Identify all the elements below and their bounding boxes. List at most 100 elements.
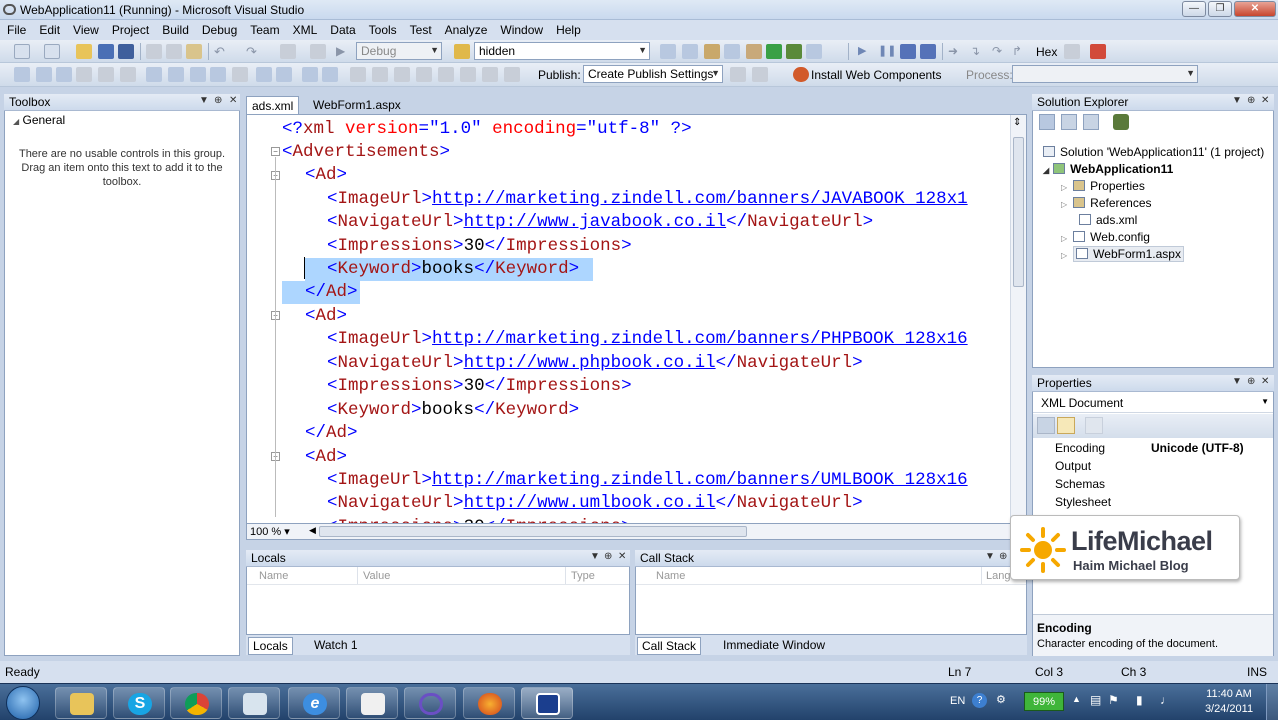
menu-team[interactable]: Team xyxy=(243,20,285,37)
break-all-icon[interactable]: ❚❚ xyxy=(878,44,896,59)
prev-bookmark-icon[interactable] xyxy=(372,67,388,82)
bookmark-icon[interactable] xyxy=(350,67,366,82)
paste-special-icon[interactable] xyxy=(168,67,184,82)
cut-icon[interactable] xyxy=(146,44,162,59)
dropdown-icon[interactable]: ▼ xyxy=(199,95,209,106)
menu-analyze[interactable]: Analyze xyxy=(438,20,494,37)
tab-immediate-window[interactable]: Immediate Window xyxy=(719,638,829,652)
select-icon[interactable] xyxy=(146,67,162,82)
editor-vertical-scrollbar[interactable]: ⇕ xyxy=(1010,115,1026,523)
cursor-icon[interactable] xyxy=(190,67,206,82)
menu-debug[interactable]: Debug xyxy=(195,20,243,37)
tab-locals[interactable]: Locals xyxy=(248,637,293,655)
column-name[interactable]: Name xyxy=(656,570,685,582)
minimize-button[interactable]: — xyxy=(1182,1,1206,17)
menu-test[interactable]: Test xyxy=(403,20,438,37)
install-web-components-button[interactable]: Install Web Components xyxy=(811,68,942,82)
align-icon[interactable] xyxy=(210,67,226,82)
close-button[interactable]: ✕ xyxy=(1234,1,1276,17)
comment-icon[interactable] xyxy=(302,67,318,82)
property-row-schemas[interactable]: Schemas xyxy=(1033,475,1273,493)
power-icon[interactable]: ▮ xyxy=(1136,693,1143,707)
format-icon[interactable] xyxy=(14,67,30,82)
taskbar-ie[interactable]: e xyxy=(288,687,340,719)
start-page-icon[interactable] xyxy=(766,44,782,59)
properties-icon[interactable] xyxy=(1039,114,1055,130)
paste-icon[interactable] xyxy=(186,44,202,59)
taskbar-firefox[interactable] xyxy=(463,687,515,719)
find-icon[interactable] xyxy=(660,44,676,59)
insert-row-icon[interactable] xyxy=(56,67,72,82)
breakpoints-icon[interactable] xyxy=(1064,44,1080,59)
show-desktop-button[interactable] xyxy=(1266,684,1278,720)
restore-button[interactable]: ❐ xyxy=(1208,1,1232,17)
properties-icon[interactable] xyxy=(704,44,720,59)
close-icon[interactable]: ✕ xyxy=(618,551,626,562)
pin-icon[interactable]: ⊕ xyxy=(1247,95,1255,106)
action-center-icon[interactable]: ⚑ xyxy=(1108,693,1119,707)
dropdown-icon[interactable]: ▼ xyxy=(985,551,995,562)
property-row-output[interactable]: Output xyxy=(1033,457,1273,475)
process-combo[interactable]: ▼ xyxy=(1012,65,1198,83)
tab-webform1-aspx[interactable]: WebForm1.aspx xyxy=(308,96,406,114)
property-pages-icon[interactable] xyxy=(1085,417,1103,434)
close-icon[interactable]: ✕ xyxy=(1261,376,1269,387)
settings-icon[interactable]: ⚙ xyxy=(996,693,1011,708)
insert-column-icon[interactable] xyxy=(76,67,92,82)
scroll-left-icon[interactable]: ◀ xyxy=(309,525,316,536)
scroll-thumb[interactable] xyxy=(1013,137,1024,287)
column-value[interactable]: Value xyxy=(363,570,390,582)
indent-icon[interactable] xyxy=(256,67,272,82)
taskbar-explorer[interactable] xyxy=(55,687,107,719)
zoom-combo[interactable]: 100 % ▾ xyxy=(250,525,290,538)
volume-icon[interactable]: ♩ xyxy=(1160,693,1172,707)
copy-icon[interactable] xyxy=(166,44,182,59)
prev-bookmark-folder-icon[interactable] xyxy=(416,67,432,82)
menu-build[interactable]: Build xyxy=(155,20,195,37)
object-browser-icon[interactable] xyxy=(724,44,740,59)
tab-watch1[interactable]: Watch 1 xyxy=(310,638,362,652)
column-type[interactable]: Type xyxy=(571,570,595,582)
menu-edit[interactable]: Edit xyxy=(32,20,66,37)
add-item-icon[interactable] xyxy=(44,44,60,59)
toggle-icon[interactable] xyxy=(504,67,520,82)
menu-xml[interactable]: XML xyxy=(286,20,324,37)
tree-item-webform1[interactable]: ▷ WebForm1.aspx xyxy=(1061,246,1184,262)
language-indicator[interactable]: EN xyxy=(950,695,965,707)
show-next-statement-icon[interactable]: ➜ xyxy=(948,44,964,59)
options-icon[interactable] xyxy=(806,44,822,59)
taskbar-chrome[interactable] xyxy=(170,687,222,719)
continue-icon[interactable]: ▶ xyxy=(858,44,874,59)
start-button[interactable] xyxy=(6,686,40,720)
close-icon[interactable]: ✕ xyxy=(229,95,237,106)
delete-icon[interactable] xyxy=(98,67,114,82)
property-row-encoding[interactable]: Encoding Unicode (UTF-8) xyxy=(1033,439,1273,457)
tree-solution[interactable]: Solution 'WebApplication11' (1 project) xyxy=(1043,145,1264,159)
solution-configuration-combo[interactable]: Debug ▼ xyxy=(356,42,442,60)
refresh-icon[interactable] xyxy=(1083,114,1099,130)
find-bookmark-icon[interactable] xyxy=(482,67,498,82)
xml-editor[interactable]: − − − − <?xml version="1.0" encoding="ut… xyxy=(246,114,1027,524)
show-hidden-icons[interactable]: ▲ xyxy=(1072,694,1081,704)
network-icon[interactable]: ▤ xyxy=(1090,693,1101,707)
taskbar-app-active[interactable] xyxy=(521,687,573,719)
list-icon[interactable] xyxy=(232,67,248,82)
menu-tools[interactable]: Tools xyxy=(362,20,403,37)
menu-help[interactable]: Help xyxy=(549,20,587,37)
save-icon[interactable] xyxy=(98,44,114,59)
column-name[interactable]: Name xyxy=(259,570,288,582)
menu-window[interactable]: Window xyxy=(493,20,549,37)
dropdown-icon[interactable]: ▼ xyxy=(1232,376,1242,387)
tree-project[interactable]: ◢ WebApplication11 xyxy=(1043,162,1173,176)
pin-icon[interactable]: ⊕ xyxy=(604,551,612,562)
show-all-files-icon[interactable] xyxy=(1061,114,1077,130)
save-all-icon[interactable] xyxy=(118,44,134,59)
outdent-icon[interactable] xyxy=(276,67,292,82)
menu-file[interactable]: File xyxy=(0,20,32,37)
publish-profile-combo[interactable]: Create Publish Settings ▼ xyxy=(583,65,723,83)
help-icon[interactable]: ? xyxy=(972,693,987,708)
column-lang[interactable]: Lang xyxy=(986,570,1010,582)
start-icon[interactable]: ▶ xyxy=(336,44,352,59)
uncomment-icon[interactable] xyxy=(322,67,338,82)
solution-explorer-icon[interactable] xyxy=(682,44,698,59)
